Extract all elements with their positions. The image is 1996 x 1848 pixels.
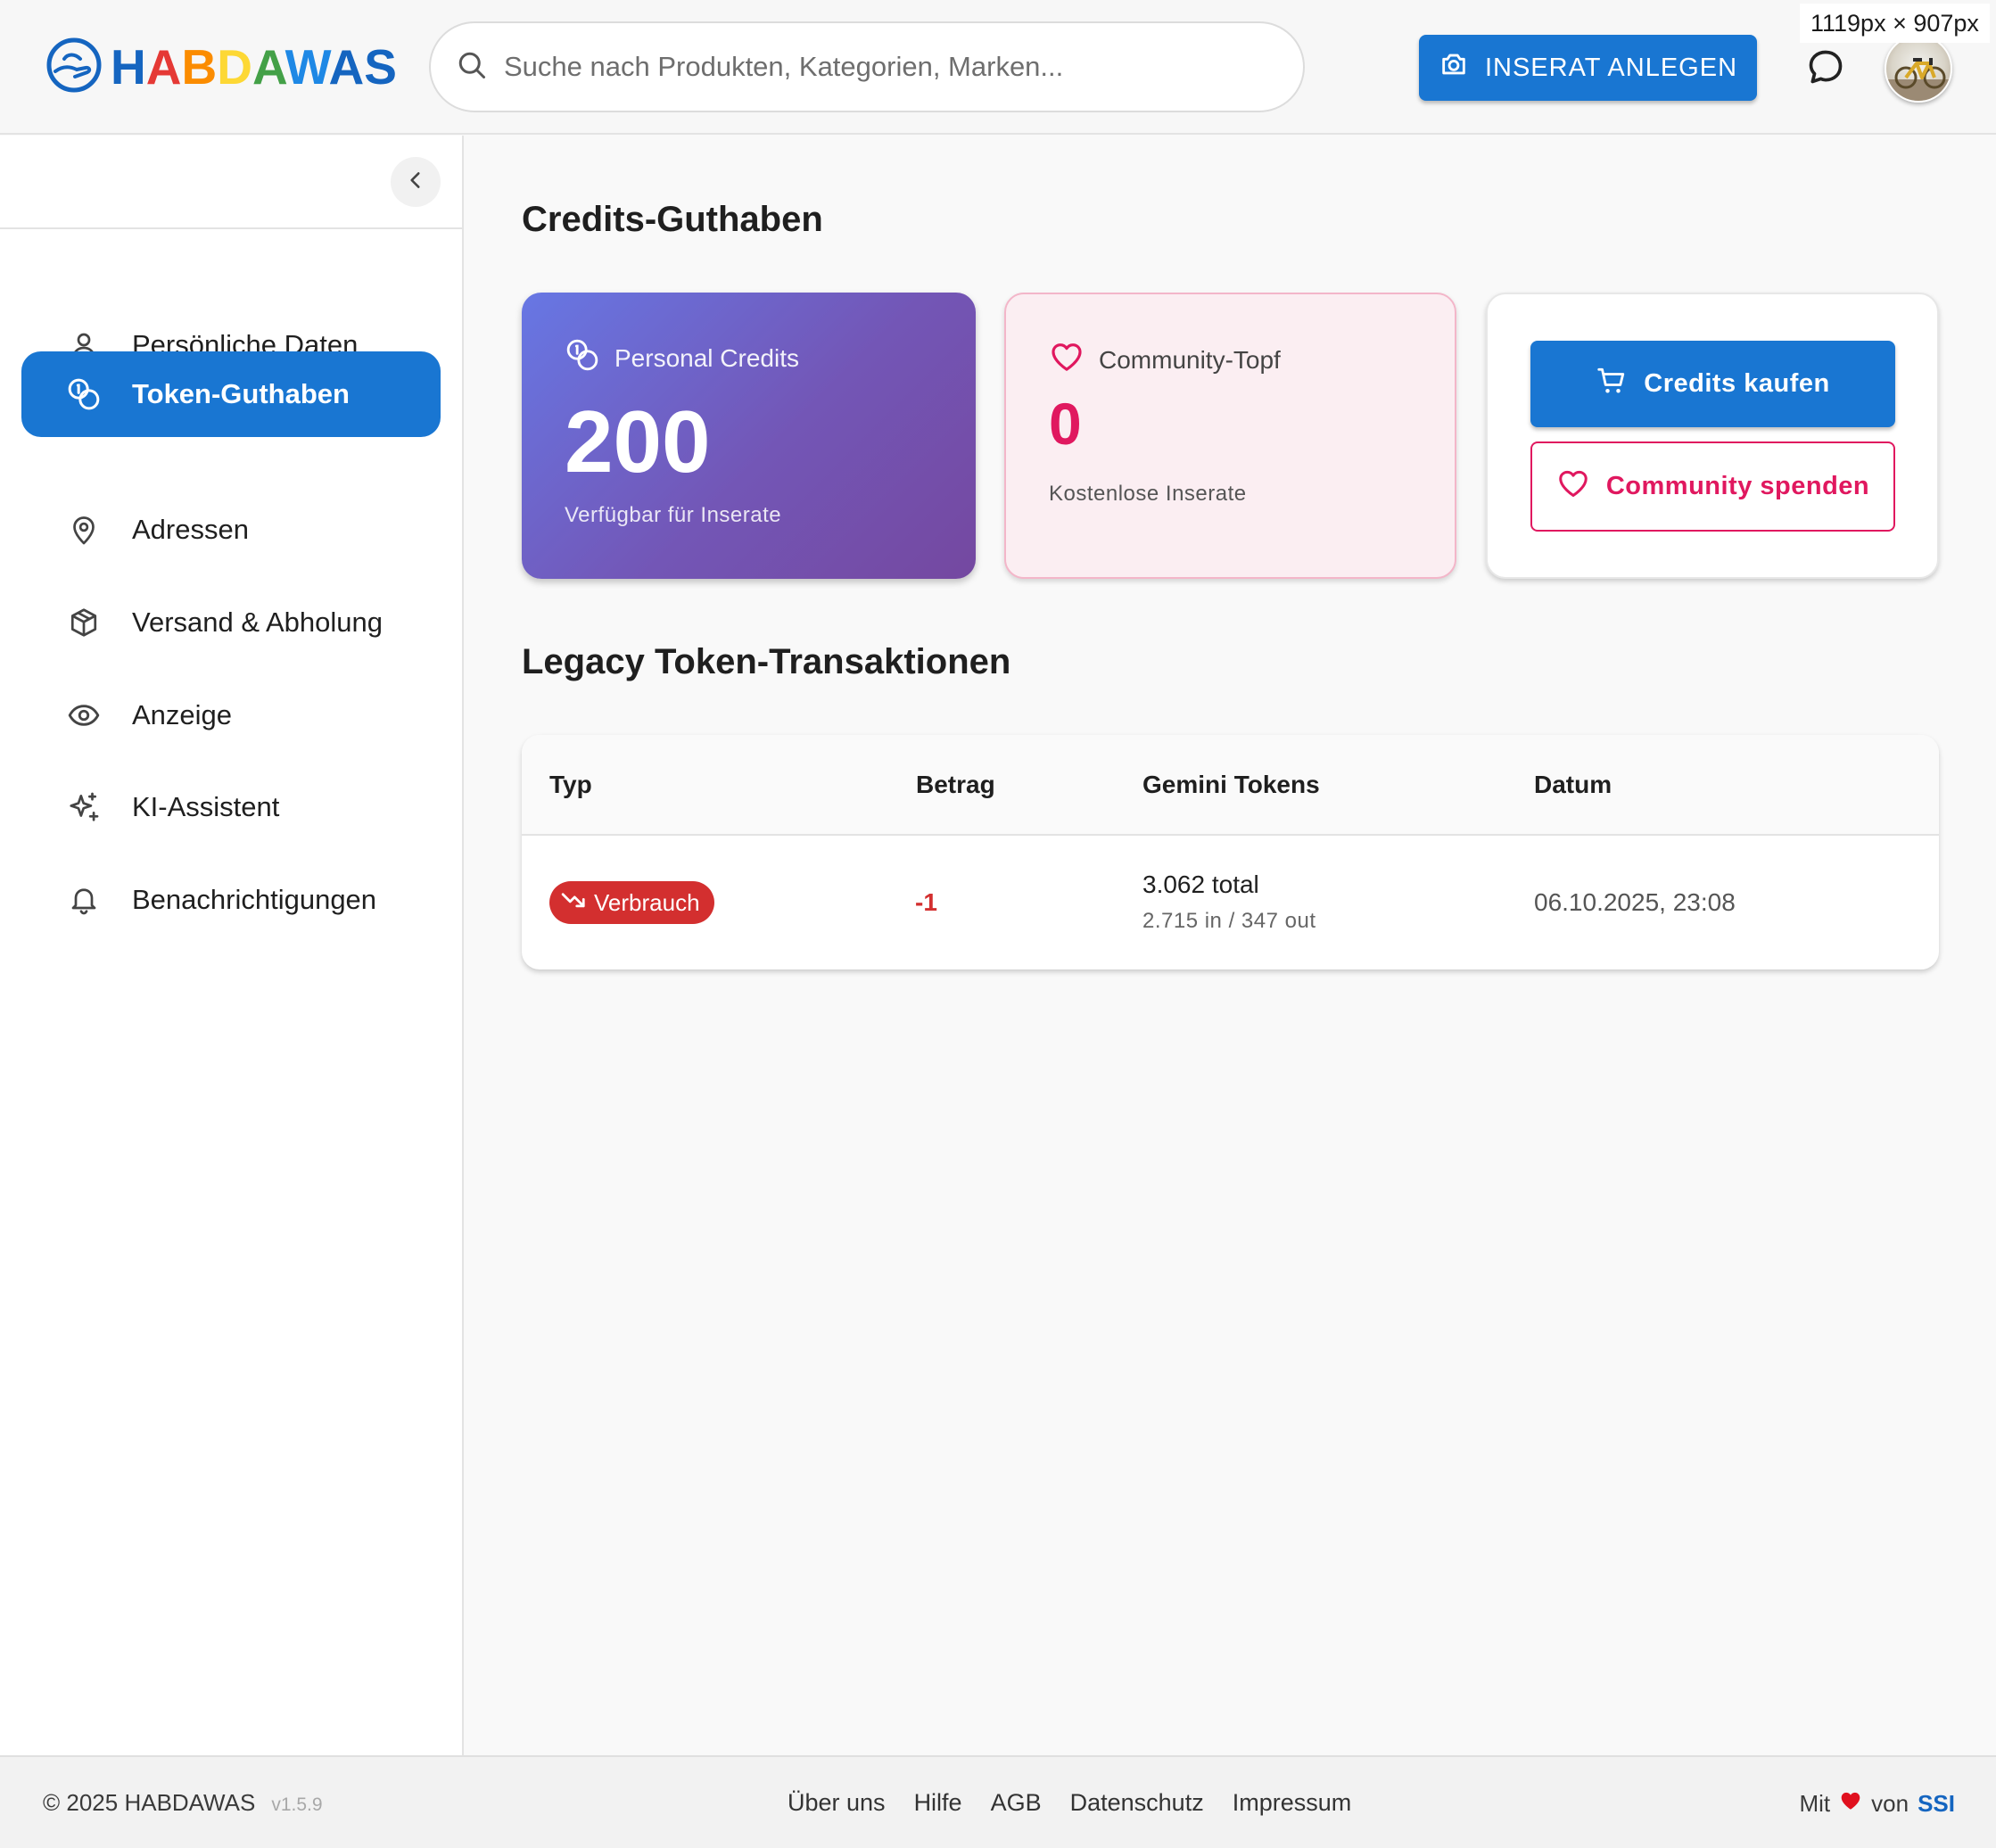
transaction-type-label: Verbrauch bbox=[594, 888, 700, 916]
trending-down-icon bbox=[560, 887, 587, 920]
footer-link-about[interactable]: Über uns bbox=[788, 1789, 886, 1817]
map-pin-icon bbox=[66, 512, 102, 548]
logo-letter: B bbox=[181, 38, 218, 95]
footer-copyright-group: © 2025 HABDAWAS v1.5.9 bbox=[43, 1789, 323, 1817]
personal-credits-value: 200 bbox=[565, 392, 711, 491]
search-bar[interactable] bbox=[429, 21, 1305, 112]
sidebar-item-label: Versand & Abholung bbox=[132, 606, 383, 638]
footer-copyright: © 2025 HABDAWAS bbox=[43, 1789, 256, 1816]
community-pot-card: Community-Topf 0 Kostenlose Inserate bbox=[1004, 293, 1456, 579]
coins-icon bbox=[66, 376, 102, 412]
footer-link-privacy[interactable]: Datenschutz bbox=[1070, 1789, 1204, 1817]
community-pot-subtitle: Kostenlose Inserate bbox=[1049, 482, 1247, 506]
hand-heart-logo-icon bbox=[45, 36, 103, 99]
footer: © 2025 HABDAWAS v1.5.9 Über uns Hilfe AG… bbox=[0, 1755, 1996, 1848]
personal-credits-header: Personal Credits bbox=[565, 337, 799, 379]
heart-icon bbox=[1049, 339, 1085, 381]
sidebar-item-display[interactable]: Anzeige bbox=[21, 672, 441, 758]
footer-link-help[interactable]: Hilfe bbox=[914, 1789, 962, 1817]
personal-credits-subtitle: Verfügbar für Inserate bbox=[565, 503, 782, 527]
shopping-cart-icon bbox=[1596, 365, 1628, 404]
transaction-amount: -1 bbox=[915, 888, 937, 916]
page: HABDAWAS INSERAT ANLEGEN bbox=[0, 0, 1996, 1848]
camera-icon bbox=[1439, 49, 1469, 87]
sidebar-item-label: Benachrichtigungen bbox=[132, 884, 377, 915]
sidebar-divider bbox=[0, 227, 462, 229]
buy-credits-button[interactable]: Credits kaufen bbox=[1530, 341, 1895, 427]
sidebar-item-ai-assistant[interactable]: KI-Assistent bbox=[21, 764, 441, 850]
footer-links: Über uns Hilfe AGB Datenschutz Impressum bbox=[788, 1789, 1351, 1817]
coins-icon bbox=[565, 337, 600, 379]
buy-credits-label: Credits kaufen bbox=[1644, 369, 1830, 398]
table-header: Typ Betrag Gemini Tokens Datum bbox=[522, 735, 1939, 836]
create-listing-button[interactable]: INSERAT ANLEGEN bbox=[1419, 35, 1757, 101]
footer-made-with: Mit von SSI bbox=[1799, 1789, 1955, 1819]
community-pot-header: Community-Topf bbox=[1049, 339, 1281, 381]
column-header-type[interactable]: Typ bbox=[549, 771, 592, 799]
logo-letter: A bbox=[252, 38, 285, 95]
sparkles-icon bbox=[66, 789, 102, 825]
column-header-amount[interactable]: Betrag bbox=[916, 771, 995, 799]
sidebar-item-label: Anzeige bbox=[132, 699, 233, 730]
made-with-suffix: von bbox=[1871, 1790, 1909, 1817]
eye-icon bbox=[66, 697, 102, 733]
personal-credits-card: Personal Credits 200 Verfügbar für Inser… bbox=[522, 293, 976, 579]
donate-community-button[interactable]: Community spenden bbox=[1530, 441, 1895, 532]
logo-letter: H bbox=[111, 38, 146, 95]
chat-bubble-icon bbox=[1806, 47, 1845, 91]
messages-button[interactable] bbox=[1802, 45, 1849, 92]
transaction-date: 06.10.2025, 23:08 bbox=[1534, 888, 1736, 916]
gemini-tokens-detail: 2.715 in / 347 out bbox=[1142, 909, 1316, 933]
search-input[interactable] bbox=[504, 51, 1303, 83]
sidebar-item-notifications[interactable]: Benachrichtigungen bbox=[21, 857, 441, 943]
create-listing-label: INSERAT ANLEGEN bbox=[1484, 53, 1738, 82]
donate-community-label: Community spenden bbox=[1605, 472, 1870, 500]
footer-link-imprint[interactable]: Impressum bbox=[1233, 1789, 1352, 1817]
heart-icon bbox=[1839, 1789, 1862, 1819]
sidebar-item-label: Token-Guthaben bbox=[132, 378, 350, 409]
sidebar-item-label: KI-Assistent bbox=[132, 791, 280, 822]
made-by-link[interactable]: SSI bbox=[1918, 1790, 1955, 1818]
sidebar-item-addresses[interactable]: Adressen bbox=[21, 487, 441, 573]
made-with-prefix: Mit bbox=[1799, 1790, 1831, 1817]
transactions-section-title: Legacy Token-Transaktionen bbox=[522, 642, 1011, 681]
credit-actions-card: Credits kaufen Community spenden bbox=[1486, 293, 1939, 579]
sidebar-item-label: Adressen bbox=[132, 514, 249, 545]
logo-letter: S bbox=[364, 38, 397, 95]
personal-credits-label: Personal Credits bbox=[614, 343, 799, 372]
collapse-sidebar-button[interactable] bbox=[391, 157, 441, 207]
package-icon bbox=[66, 605, 102, 640]
viewport-size-badge: 1119px × 907px bbox=[1800, 4, 1990, 43]
bell-icon bbox=[66, 882, 102, 918]
credits-section-title: Credits-Guthaben bbox=[522, 200, 823, 239]
community-pot-value: 0 bbox=[1049, 391, 1082, 457]
column-header-gemini-tokens[interactable]: Gemini Tokens bbox=[1142, 771, 1320, 799]
settings-sidebar: Persönliche Daten Token-Guthaben Adresse… bbox=[0, 136, 464, 1755]
heart-icon bbox=[1556, 466, 1590, 507]
chevron-left-icon bbox=[404, 169, 427, 196]
logo-letter: D bbox=[217, 38, 252, 95]
top-app-bar: HABDAWAS INSERAT ANLEGEN bbox=[0, 0, 1996, 135]
logo-letter: A bbox=[145, 38, 182, 95]
bicycle-photo-icon bbox=[1886, 58, 1951, 101]
footer-link-terms[interactable]: AGB bbox=[991, 1789, 1042, 1817]
sidebar-item-token-balance[interactable]: Token-Guthaben bbox=[21, 351, 441, 437]
logo[interactable]: HABDAWAS bbox=[45, 34, 397, 100]
transactions-table: Typ Betrag Gemini Tokens Datum Verbrauch… bbox=[522, 735, 1939, 969]
sidebar-item-shipping[interactable]: Versand & Abholung bbox=[21, 580, 441, 665]
user-avatar[interactable] bbox=[1885, 35, 1952, 103]
app-version: v1.5.9 bbox=[271, 1794, 323, 1815]
community-pot-label: Community-Topf bbox=[1099, 345, 1281, 374]
logo-letter: A bbox=[328, 38, 365, 95]
column-header-date[interactable]: Datum bbox=[1534, 771, 1612, 799]
logo-wordmark: HABDAWAS bbox=[111, 42, 397, 92]
gemini-tokens-total: 3.062 total bbox=[1142, 870, 1259, 898]
transaction-type-chip: Verbrauch bbox=[549, 881, 714, 924]
search-icon bbox=[456, 49, 488, 86]
logo-letter: W bbox=[285, 38, 329, 95]
